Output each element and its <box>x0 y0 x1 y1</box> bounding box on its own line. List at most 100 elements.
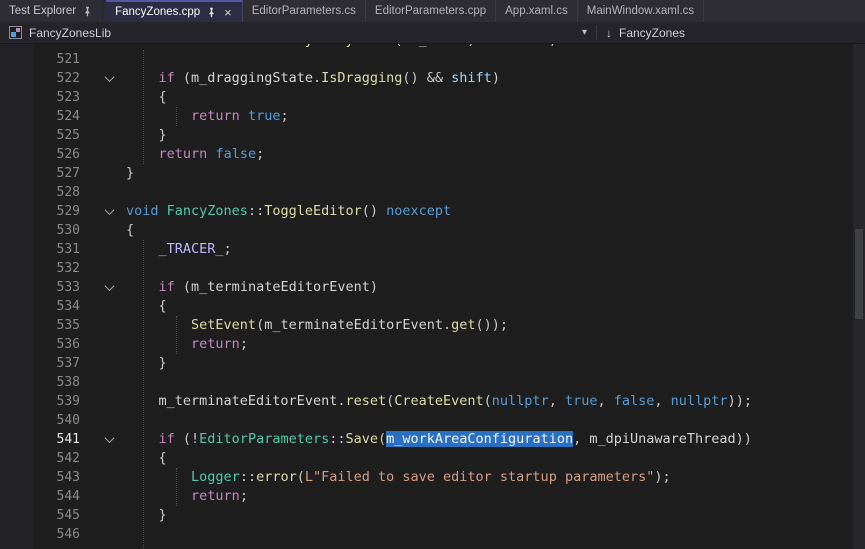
code-text[interactable]: if (m_terminateEditorEvent) <box>126 278 378 297</box>
tab-test-explorer[interactable]: Test Explorer <box>0 0 103 22</box>
line-number[interactable]: 539 <box>0 392 80 411</box>
code-text[interactable]: if (!EditorParameters::Save(m_workAreaCo… <box>126 430 752 449</box>
tab-mainwindow-xaml-cs[interactable]: MainWindow.xaml.cs <box>578 0 704 22</box>
code-line-532[interactable]: 532 <box>0 259 853 278</box>
pin-icon[interactable] <box>82 6 93 17</box>
fold-chevron-icon[interactable] <box>80 284 126 291</box>
code-line-535[interactable]: 535 SetEvent(m_terminateEditorEvent.get(… <box>0 316 853 335</box>
code-line-542[interactable]: 542 { <box>0 449 853 468</box>
code-text[interactable]: { <box>126 221 134 240</box>
code-text[interactable]: } <box>126 164 134 183</box>
line-number[interactable]: 524 <box>0 107 80 126</box>
fold-chevron-icon[interactable] <box>80 75 126 82</box>
tab-app-xaml-cs[interactable]: App.xaml.cs <box>496 0 578 22</box>
line-number[interactable]: 535 <box>0 316 80 335</box>
line-number[interactable]: 543 <box>0 468 80 487</box>
member-dropdown[interactable]: ↓ FancyZones <box>597 22 865 43</box>
code-text[interactable]: m_terminateEditorEvent.reset(CreateEvent… <box>126 392 752 411</box>
code-token <box>126 336 191 352</box>
code-line-533[interactable]: 533 if (m_terminateEditorEvent) <box>0 278 853 297</box>
code-token: false <box>215 146 256 162</box>
code-text[interactable]: if (m_draggingState.IsDragging() && shif… <box>126 69 500 88</box>
code-line-529[interactable]: 529 void FancyZones::ToggleEditor() noexc… <box>0 202 853 221</box>
line-number[interactable]: 529 <box>0 202 80 221</box>
code-token: { <box>126 298 167 314</box>
code-line-538[interactable]: 538 <box>0 373 853 392</box>
line-number[interactable]: 538 <box>0 373 80 392</box>
code-line-526[interactable]: 526 return false; <box>0 145 853 164</box>
line-number[interactable]: 533 <box>0 278 80 297</box>
code-text[interactable]: return; <box>126 335 248 354</box>
code-line-521[interactable]: 521 <box>0 50 853 69</box>
code-text[interactable]: { <box>126 297 167 316</box>
fold-chevron-icon[interactable] <box>80 208 126 215</box>
code-line-531[interactable]: 531 _TRACER_; <box>0 240 853 259</box>
line-number[interactable]: 544 <box>0 487 80 506</box>
line-number[interactable]: 541 <box>0 430 80 449</box>
code-text[interactable]: Logger::error(L"Failed to save editor st… <box>126 468 671 487</box>
indent-guide <box>176 316 177 354</box>
project-dropdown[interactable]: FancyZonesLib ▾ <box>0 22 596 43</box>
line-number[interactable]: 530 <box>0 221 80 240</box>
code-line-530[interactable]: 530 { <box>0 221 853 240</box>
code-token: shift <box>199 44 240 48</box>
code-line-525[interactable]: 525 } <box>0 126 853 145</box>
code-line-540[interactable]: 540 <box>0 411 853 430</box>
line-number[interactable]: 523 <box>0 88 80 107</box>
code-line-541[interactable]: 541 if (!EditorParameters::Save(m_workAr… <box>0 430 853 449</box>
code-text[interactable]: SetEvent(m_terminateEditorEvent.get()); <box>126 316 508 335</box>
line-number[interactable]: 536 <box>0 335 80 354</box>
close-icon[interactable]: × <box>223 6 233 19</box>
code-line-544[interactable]: 544 return; <box>0 487 853 506</box>
pin-icon[interactable] <box>206 7 217 18</box>
vertical-scrollbar[interactable] <box>853 44 865 549</box>
code-text[interactable]: void FancyZones::ToggleEditor() noexcept <box>126 202 451 221</box>
line-number[interactable]: 546 <box>0 525 80 544</box>
line-number[interactable]: 526 <box>0 145 80 164</box>
code-text[interactable]: bool shift = GetAsyncKeyState(VK_SHIFT) … <box>126 44 557 50</box>
code-line-527[interactable]: 527} <box>0 164 853 183</box>
code-line-545[interactable]: 545 } <box>0 506 853 525</box>
line-number[interactable]: 527 <box>0 164 80 183</box>
code-token: m_terminateEditorEvent <box>191 279 370 295</box>
line-number[interactable]: 525 <box>0 126 80 145</box>
tab-editorparameters-cs[interactable]: EditorParameters.cs <box>243 0 366 22</box>
code-line-543[interactable]: 543 Logger::error(L"Failed to save edito… <box>0 468 853 487</box>
code-line-534[interactable]: 534 { <box>0 297 853 316</box>
fold-chevron-icon[interactable] <box>80 436 126 443</box>
code-text[interactable]: } <box>126 354 167 373</box>
code-line-523[interactable]: 523 { <box>0 88 853 107</box>
tab-editorparameters-cpp[interactable]: EditorParameters.cpp <box>366 0 496 22</box>
code-text[interactable]: } <box>126 126 167 145</box>
line-number[interactable]: 528 <box>0 183 80 202</box>
line-number[interactable]: 537 <box>0 354 80 373</box>
code-text[interactable]: { <box>126 88 167 107</box>
code-line-537[interactable]: 537 } <box>0 354 853 373</box>
code-token: , <box>654 393 670 409</box>
line-number[interactable]: 542 <box>0 449 80 468</box>
code-line-536[interactable]: 536 return; <box>0 335 853 354</box>
line-number[interactable]: 545 <box>0 506 80 525</box>
line-number[interactable]: 522 <box>0 69 80 88</box>
scrollbar-thumb[interactable] <box>855 229 863 319</box>
tab-fancyzones-cpp[interactable]: FancyZones.cpp × <box>106 0 243 22</box>
code-token <box>126 469 191 485</box>
code-token: Save <box>345 431 378 447</box>
code-text[interactable]: { <box>126 449 167 468</box>
code-text[interactable]: _TRACER_; <box>126 240 232 259</box>
line-number[interactable]: 534 <box>0 297 80 316</box>
code-line-524[interactable]: 524 return true; <box>0 107 853 126</box>
code-text[interactable]: return; <box>126 487 248 506</box>
line-number[interactable]: 532 <box>0 259 80 278</box>
code-text[interactable]: } <box>126 506 167 525</box>
code-token: ; <box>549 44 557 48</box>
code-line-528[interactable]: 528 <box>0 183 853 202</box>
line-number[interactable]: 540 <box>0 411 80 430</box>
line-number[interactable]: 531 <box>0 240 80 259</box>
code-text[interactable]: return false; <box>126 145 264 164</box>
line-number[interactable]: 521 <box>0 50 80 69</box>
code-line-539[interactable]: 539 m_terminateEditorEvent.reset(CreateE… <box>0 392 853 411</box>
code-line-522[interactable]: 522 if (m_draggingState.IsDragging() && … <box>0 69 853 88</box>
code-line-546[interactable]: 546 <box>0 525 853 544</box>
code-text[interactable]: return true; <box>126 107 289 126</box>
